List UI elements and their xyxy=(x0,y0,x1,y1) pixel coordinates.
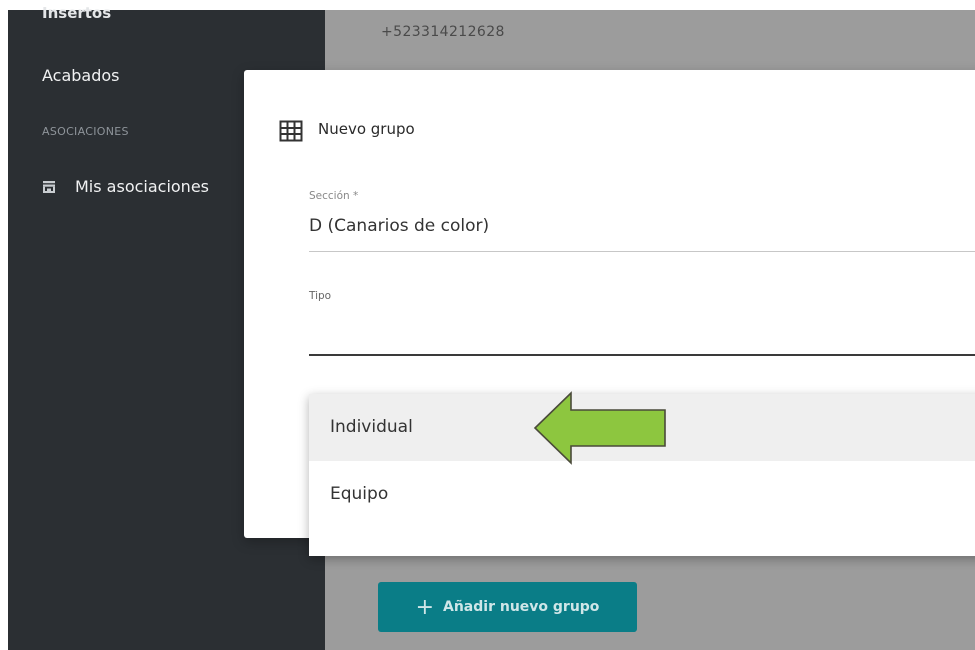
plus-icon: + xyxy=(415,594,434,620)
store-icon xyxy=(43,180,55,193)
sidebar-section-title: ASOCIACIONES xyxy=(42,125,129,138)
sidebar-item-mis-asociaciones[interactable]: Mis asociaciones xyxy=(42,177,209,196)
add-group-label: Añadir nuevo grupo xyxy=(443,599,600,615)
phone-number: +523314212628 xyxy=(381,24,505,40)
sidebar-item-label: Mis asociaciones xyxy=(75,177,209,196)
dialog-title: Nuevo grupo xyxy=(318,120,415,138)
annotation-arrow-icon xyxy=(533,391,666,465)
sidebar-item-insertos[interactable]: Insertos xyxy=(42,4,111,22)
seccion-label: Sección * xyxy=(309,190,359,202)
option-equipo[interactable]: Equipo xyxy=(309,461,975,528)
tipo-select[interactable] xyxy=(309,354,975,356)
seccion-underline xyxy=(309,251,975,252)
add-group-button[interactable]: + Añadir nuevo grupo xyxy=(378,582,637,632)
seccion-select[interactable]: D (Canarios de color) xyxy=(309,216,489,236)
tipo-label: Tipo xyxy=(309,290,332,302)
sidebar-item-acabados[interactable]: Acabados xyxy=(42,66,120,85)
grid-icon xyxy=(279,120,303,142)
